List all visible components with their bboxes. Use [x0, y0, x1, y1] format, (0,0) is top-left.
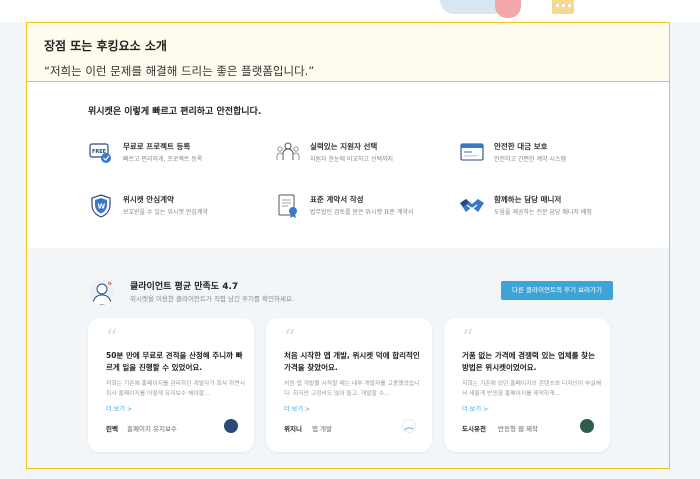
review-project: 반응형 웹 제작	[498, 425, 539, 433]
review-body: 저희는 기존에 있던 홈페이지의 콘텐츠와 디자인이 부실해서 새롭게 반응형 …	[462, 381, 602, 397]
quote-mark-icon: “	[284, 326, 296, 351]
free-tag-icon: FREE	[89, 143, 111, 163]
features-title: 위시켓은 이렇게 빠르고 편리하고 안전합니다.	[88, 107, 262, 117]
feature-item: 표준 계약서 작성 법무법인 검토를 받은 위시켓 표준 계약서	[275, 193, 445, 223]
feature-title: 위시켓 안심계약	[123, 195, 174, 204]
read-more-link[interactable]: 더 보기 >	[284, 404, 310, 413]
feature-title: 표준 계약서 작성	[310, 195, 364, 204]
chevron-right-icon: >	[305, 406, 311, 413]
read-more-link[interactable]: 더 보기 >	[462, 404, 488, 413]
feature-item: 실력있는 지원자 선택 지원자 한눈에 비교하고 선택까지	[275, 140, 445, 170]
features-section: 위시켓은 이렇게 빠르고 편리하고 안전합니다. FREE 무료로 프로젝트 등…	[27, 82, 669, 248]
callout-quote: “저희는 이런 문제를 해결해 드리는 좋은 플랫폼입니다.”	[44, 64, 315, 78]
review-card[interactable]: “ 처음 시작한 앱 개발, 위시켓 덕에 합리적인 가격을 찾았어요. 처음 …	[266, 318, 432, 452]
illustration-building	[552, 0, 574, 14]
review-title: 거품 없는 가격에 경쟁력 있는 업체를 찾는 방법은 위시켓이었어요.	[462, 351, 595, 372]
top-illustration	[0, 0, 700, 22]
company-logo-icon	[580, 419, 594, 433]
callout-box: 장점 또는 후킹요소 소개 “저희는 이런 문제를 해결해 드리는 좋은 플랫폼…	[26, 22, 670, 82]
feature-desc: 법무법인 검토를 받은 위시켓 표준 계약서	[310, 209, 414, 216]
shield-icon: W	[91, 194, 111, 218]
review-title: 50분 만에 무료로 견적을 산정해 주니까 빠르게 일을 진행할 수 있었어요…	[106, 351, 243, 372]
feature-title: 실력있는 지원자 선택	[310, 142, 378, 151]
handshake-icon	[460, 199, 484, 212]
review-card[interactable]: “ 50분 만에 무료로 견적을 산정해 주니까 빠르게 일을 진행할 수 있었…	[88, 318, 254, 452]
review-card[interactable]: “ 거품 없는 가격에 경쟁력 있는 업체를 찾는 방법은 위시켓이었어요. 저…	[444, 318, 610, 452]
feature-item: FREE 무료로 프로젝트 등록 빠르고 편리하게, 프로젝트 등록	[88, 140, 258, 170]
contract-document-icon	[278, 194, 297, 218]
more-reviews-button[interactable]: 다른 클라이언트의 후기 보러가기	[501, 281, 613, 300]
company-logo-icon	[224, 419, 238, 433]
feature-desc: 지원자 한눈에 비교하고 선택까지	[310, 156, 394, 163]
quote-mark-icon: “	[462, 326, 474, 351]
reviews-subtitle: 위시켓을 이용한 클라이언트가 직접 남긴 후기를 확인하세요.	[130, 295, 294, 303]
review-company: 위지니	[284, 425, 302, 433]
person-icon	[92, 281, 112, 305]
feature-desc: 빠르고 편리하게, 프로젝트 등록	[123, 156, 203, 163]
feature-desc: 안전하고 간편한 계약 시스템	[494, 156, 566, 163]
review-company: 린백	[106, 425, 118, 433]
feature-item: 안전한 대금 보호 안전하고 간편한 계약 시스템	[459, 140, 629, 170]
review-title: 처음 시작한 앱 개발, 위시켓 덕에 합리적인 가격을 찾았어요.	[284, 351, 420, 372]
feature-item: 함께하는 담당 매니저 도움을 제공하는 전문 담당 매니저 배정	[459, 193, 629, 223]
browser-window-icon	[460, 143, 484, 161]
review-body: 처음 앱 개발을 시작할 때는 내부 개발자를 고용했었습니다. 하지만 고정비…	[284, 381, 420, 397]
review-project: 앱 개발	[312, 425, 333, 433]
review-body: 저희는 기존에 홈페이지를 관리하던 개발자가 회사 하면서 회사 홈페이지를 …	[106, 381, 246, 397]
read-more-link[interactable]: 더 보기 >	[106, 404, 132, 413]
callout-title: 장점 또는 후킹요소 소개	[44, 39, 167, 53]
feature-desc: 도움을 제공하는 전문 담당 매니저 배정	[494, 209, 592, 216]
chevron-right-icon: >	[483, 406, 489, 413]
feature-title: 무료로 프로젝트 등록	[123, 142, 191, 151]
reviews-title: 클라이언트 평균 만족도 4.7	[130, 282, 239, 292]
chevron-right-icon: >	[127, 406, 133, 413]
review-company: 도시유전	[462, 425, 486, 433]
reviews-section: 클라이언트 평균 만족도 4.7 위시켓을 이용한 클라이언트가 직접 남긴 후…	[27, 248, 669, 468]
feature-desc: 보호받을 수 있는 위시켓 안심계약	[123, 209, 208, 216]
review-project: 홈페이지 유지보수	[127, 425, 177, 433]
feature-item: W 위시켓 안심계약 보호받을 수 있는 위시켓 안심계약	[88, 193, 258, 223]
company-logo-icon	[402, 419, 416, 433]
feature-title: 함께하는 담당 매니저	[494, 195, 562, 204]
svg-text:W: W	[98, 203, 106, 211]
avatar	[89, 279, 115, 305]
people-group-icon	[276, 142, 300, 160]
quote-mark-icon: “	[106, 326, 118, 351]
feature-title: 안전한 대금 보호	[494, 142, 548, 151]
illustration-hand	[495, 0, 521, 18]
